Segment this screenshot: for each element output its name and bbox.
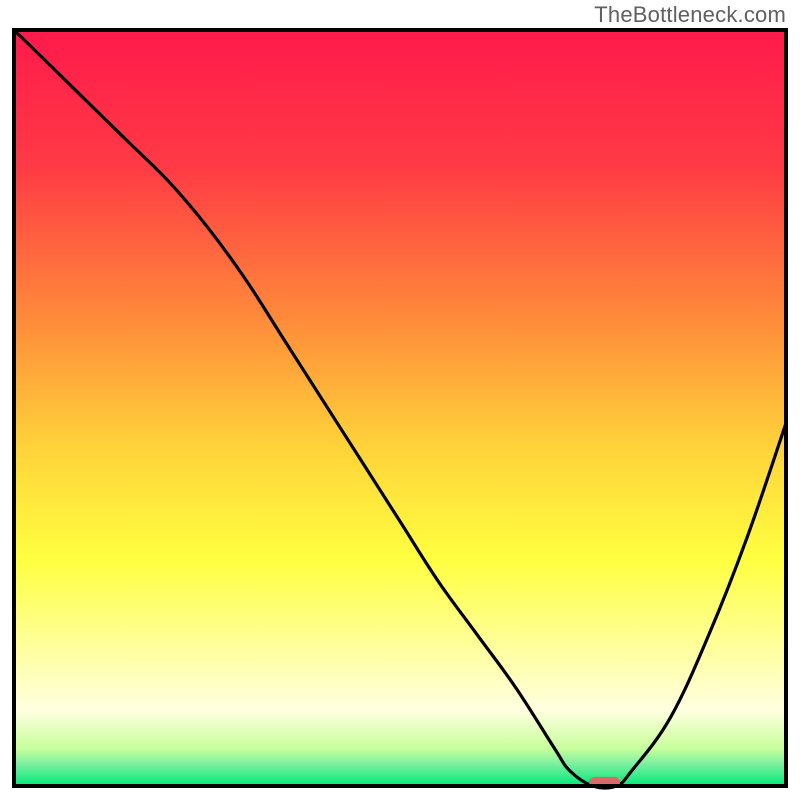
bottleneck-chart xyxy=(0,0,800,800)
watermark-label: TheBottleneck.com xyxy=(594,2,786,28)
chart-container: TheBottleneck.com xyxy=(0,0,800,800)
